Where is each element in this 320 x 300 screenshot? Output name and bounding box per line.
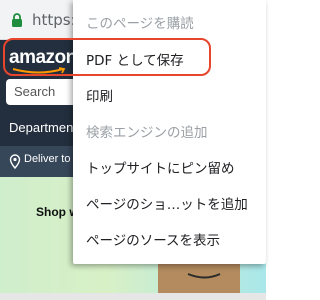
menu-item-label: 検索エンジンの追加 [86,125,208,141]
menu-item-add-page-shortcut[interactable]: ページのショ…ットを追加 [73,184,266,220]
search-placeholder: Search [14,84,56,99]
menu-item-subscribe: このページを購読 [73,3,266,39]
location-pin-icon [9,154,21,169]
menu-item-label: ページのショ…ットを追加 [86,197,248,213]
deliver-to-text: Deliver to J [24,153,80,165]
lock-icon [12,13,22,27]
menu-item-add-search-engine: 検索エンジンの追加 [73,112,266,148]
bottom-strip [0,293,266,300]
box-smile-icon [187,273,221,279]
menu-item-label: トップサイトにピン留め [86,161,235,177]
menu-item-pin-top-site[interactable]: トップサイトにピン留め [73,148,266,184]
menu-item-label: 印刷 [86,89,113,105]
highlight-annotation [3,38,211,76]
menu-item-label: このページを購読 [86,16,194,32]
menu-item-label: ページのソースを表示 [86,233,221,249]
menu-item-print[interactable]: 印刷 [73,76,266,112]
menu-item-view-source[interactable]: ページのソースを表示 [73,220,266,256]
